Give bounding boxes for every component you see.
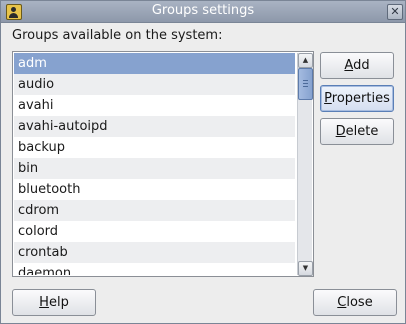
list-item[interactable]: crontab xyxy=(14,242,295,263)
close-label: lose xyxy=(346,295,373,310)
close-mnemonic: C xyxy=(337,295,347,310)
properties-mnemonic: P xyxy=(324,91,332,106)
help-button[interactable]: Help xyxy=(12,289,96,316)
scroll-thumb[interactable] xyxy=(298,68,313,100)
title-bar: Groups settings ✕ xyxy=(1,1,405,23)
list-item[interactable]: avahi-autoipd xyxy=(14,116,295,137)
grip-line xyxy=(303,86,308,87)
vertical-scrollbar[interactable]: ▲ ▼ xyxy=(297,53,313,276)
list-item[interactable]: colord xyxy=(14,221,295,242)
groups-label: Groups available on the system: xyxy=(12,28,223,43)
list-item[interactable]: bluetooth xyxy=(14,179,295,200)
list-item[interactable]: avahi xyxy=(14,95,295,116)
properties-label: roperties xyxy=(331,91,390,106)
close-button[interactable]: Close xyxy=(313,289,397,316)
add-mnemonic: A xyxy=(344,58,354,73)
scroll-down-icon[interactable]: ▼ xyxy=(298,261,313,276)
scroll-up-icon[interactable]: ▲ xyxy=(298,53,313,68)
add-button[interactable]: Add xyxy=(320,52,394,79)
groups-list[interactable]: adm audio avahi avahi-autoipd backup bin… xyxy=(14,53,295,275)
delete-button[interactable]: Delete xyxy=(320,118,394,145)
close-window-icon[interactable]: ✕ xyxy=(387,4,403,20)
grip-line xyxy=(303,83,308,84)
help-label: elp xyxy=(48,295,69,310)
groups-list-frame: adm audio avahi avahi-autoipd backup bin… xyxy=(12,51,314,277)
list-item[interactable]: adm xyxy=(14,53,295,74)
list-item[interactable]: backup xyxy=(14,137,295,158)
grip-line xyxy=(303,80,308,81)
properties-button[interactable]: Properties xyxy=(320,85,394,112)
window-title: Groups settings xyxy=(151,3,255,18)
list-item[interactable]: cdrom xyxy=(14,200,295,221)
delete-label: elete xyxy=(345,124,379,139)
list-item[interactable]: audio xyxy=(14,74,295,95)
list-item[interactable]: daemon xyxy=(14,263,295,275)
help-mnemonic: H xyxy=(39,295,49,310)
groups-settings-window: Groups settings ✕ Groups available on th… xyxy=(0,0,406,324)
list-item[interactable]: bin xyxy=(14,158,295,179)
delete-mnemonic: D xyxy=(335,124,346,139)
add-label: dd xyxy=(353,58,370,73)
